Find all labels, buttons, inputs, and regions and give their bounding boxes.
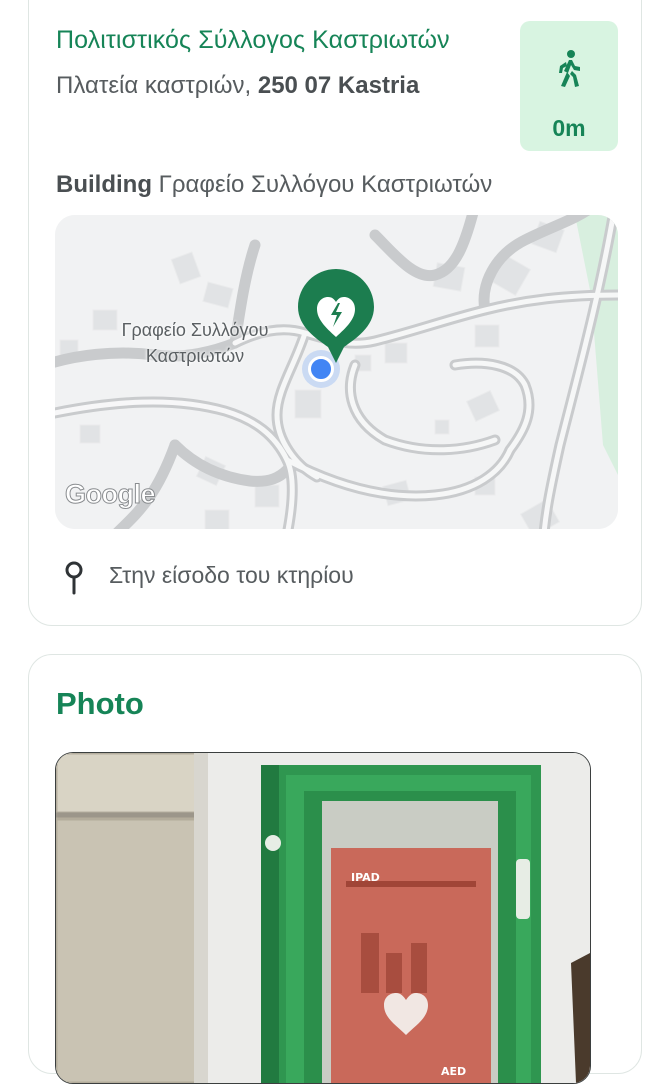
poi-name: Πολιτιστικός Σύλλογος Καστριωτών (56, 26, 450, 54)
map-view[interactable]: Γραφείο Συλλόγου Καστριωτών Google (55, 215, 618, 529)
map-place-label: Γραφείο Συλλόγου Καστριωτών (75, 317, 315, 369)
map-label-line2: Καστριωτών (145, 346, 245, 366)
walking-person-icon (559, 50, 580, 87)
walking-distance: 0m (552, 115, 586, 141)
location-pin-icon (65, 561, 83, 595)
photo-card: Photo IPAD AED (28, 654, 642, 1084)
building-name: Γραφείο Συλλόγου Καστριωτών (158, 171, 493, 198)
building-keyword: Building (56, 171, 152, 198)
photo-aed-text: AED (441, 1065, 466, 1078)
building-line: Building Γραφείο Συλλόγου Καστριωτών (56, 171, 492, 199)
walking-distance-button[interactable]: 0m (520, 21, 618, 151)
photo-title: Photo (56, 686, 144, 721)
aed-heart-marker-icon[interactable] (295, 267, 377, 367)
aed-cabinet-photo[interactable]: IPAD AED (55, 752, 591, 1084)
google-attribution: Google (65, 479, 157, 510)
map-label-line1: Γραφείο Συλλόγου (121, 320, 269, 340)
svg-text:IPAD: IPAD (351, 871, 380, 884)
address-postcode: 250 07 Kastria (257, 72, 420, 99)
poi-address: Πλατεία καστριών, 250 07 Kastria (56, 72, 419, 100)
entrance-text: Στην είσοδο του κτηρίου (109, 562, 354, 588)
location-card: Πολιτιστικός Σύλλογος Καστριωτών Πλατεία… (28, 0, 642, 626)
address-street: Πλατεία καστριών, (56, 72, 252, 99)
photo-image: IPAD AED (56, 753, 590, 1083)
